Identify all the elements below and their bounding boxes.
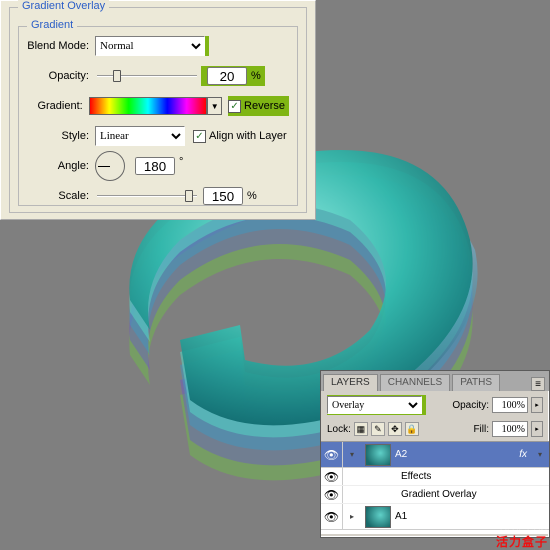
layers-blend-select[interactable]: Overlay — [327, 396, 422, 414]
gradient-swatch[interactable] — [89, 97, 208, 115]
gradient-dropdown-arrow[interactable]: ▼ — [207, 97, 222, 115]
fieldset-gradient: Gradient Blend Mode: Normal Opacity: % — [18, 26, 298, 206]
align-group: ✓ Align with Layer — [193, 130, 287, 143]
blend-mode-row: Blend Mode: Normal — [27, 35, 289, 57]
angle-label: Angle: — [27, 160, 89, 172]
tab-paths[interactable]: PATHS — [452, 374, 500, 391]
layer-name: A1 — [395, 511, 549, 522]
layer-name: A2 — [395, 449, 519, 460]
layers-tabs: LAYERS CHANNELS PATHS ≡ — [321, 371, 549, 391]
style-select[interactable]: Linear — [95, 126, 185, 146]
opacity-percent: % — [251, 70, 261, 82]
visibility-icon[interactable]: 👁 — [321, 442, 343, 467]
layer-thumbnail[interactable] — [365, 506, 391, 528]
gradient-overlay-panel: Gradient Overlay Gradient Blend Mode: No… — [0, 0, 316, 220]
layers-blend-highlight: Overlay — [327, 395, 426, 415]
layer-toggle-icon[interactable]: ▾ — [343, 450, 361, 459]
fx-badge[interactable]: fx — [519, 449, 527, 460]
align-checkbox[interactable]: ✓ — [193, 130, 206, 143]
opacity-row: Opacity: % — [27, 65, 289, 87]
opacity-slider[interactable] — [97, 69, 197, 83]
align-label[interactable]: Align with Layer — [209, 130, 287, 142]
lock-label: Lock: — [327, 424, 351, 435]
layers-list: 👁 ▾ A2 fx ▾ 👁 Effects 👁 Gradient Overlay… — [321, 442, 549, 534]
panel-title: Gradient Overlay — [18, 0, 109, 12]
blend-mode-highlight: Normal — [95, 36, 209, 56]
angle-dial[interactable] — [95, 151, 125, 181]
reverse-label[interactable]: Reverse — [244, 100, 285, 112]
visibility-icon[interactable]: 👁 — [321, 468, 343, 485]
effects-label: Effects — [401, 471, 431, 482]
watermark-text: 活力盒子 — [496, 533, 548, 550]
angle-degree: ° — [179, 156, 183, 168]
fx-toggle-icon[interactable]: ▾ — [531, 450, 549, 459]
style-row: Style: Linear ✓ Align with Layer — [27, 125, 289, 147]
tab-layers[interactable]: LAYERS — [323, 374, 378, 391]
fill-label: Fill: — [473, 424, 489, 435]
angle-input[interactable] — [135, 157, 175, 175]
panel-menu-icon[interactable]: ≡ — [531, 377, 545, 391]
gradient-label: Gradient: — [27, 100, 83, 112]
layers-opacity-stepper[interactable]: ▸ — [531, 397, 543, 413]
lock-brush-icon[interactable]: ✎ — [371, 422, 385, 436]
tab-channels[interactable]: CHANNELS — [380, 374, 450, 391]
gradient-row: Gradient: ▼ ✓ Reverse — [27, 95, 289, 117]
opacity-input[interactable] — [207, 67, 247, 85]
fieldset-gradient-overlay: Gradient Overlay Gradient Blend Mode: No… — [9, 7, 307, 213]
reverse-checkbox[interactable]: ✓ — [228, 100, 241, 113]
effect-name: Gradient Overlay — [401, 489, 477, 500]
group-title: Gradient — [27, 19, 77, 31]
effects-row[interactable]: 👁 Effects — [321, 468, 549, 486]
opacity-label: Opacity: — [27, 70, 89, 82]
lock-transparency-icon[interactable]: ▦ — [354, 422, 368, 436]
scale-label: Scale: — [27, 190, 89, 202]
layers-panel: LAYERS CHANNELS PATHS ≡ Overlay Opacity:… — [320, 370, 550, 538]
lock-move-icon[interactable]: ✥ — [388, 422, 402, 436]
opacity-highlight: % — [201, 66, 265, 86]
layers-blend-row: Overlay Opacity: ▸ — [321, 391, 549, 419]
reverse-highlight: ✓ Reverse — [228, 96, 289, 116]
layers-lock-row: Lock: ▦ ✎ ✥ 🔒 Fill: ▸ — [321, 419, 549, 442]
layer-row-a2[interactable]: 👁 ▾ A2 fx ▾ — [321, 442, 549, 468]
layers-opacity-input[interactable] — [492, 397, 528, 413]
fill-stepper[interactable]: ▸ — [531, 421, 543, 437]
visibility-icon[interactable]: 👁 — [321, 486, 343, 503]
blend-mode-label: Blend Mode: — [27, 40, 89, 52]
layers-opacity-label: Opacity: — [452, 400, 489, 411]
style-label: Style: — [27, 130, 89, 142]
layer-toggle-icon[interactable]: ▸ — [343, 512, 361, 521]
angle-row: Angle: ° — [27, 155, 289, 177]
layer-thumbnail[interactable] — [365, 444, 391, 466]
fill-input[interactable] — [492, 421, 528, 437]
scale-slider[interactable] — [97, 189, 197, 203]
blend-mode-select[interactable]: Normal — [95, 36, 205, 56]
effect-gradient-overlay-row[interactable]: 👁 Gradient Overlay — [321, 486, 549, 504]
scale-row: Scale: % — [27, 185, 289, 207]
scale-percent: % — [247, 190, 257, 202]
scale-input[interactable] — [203, 187, 243, 205]
visibility-icon[interactable]: 👁 — [321, 504, 343, 529]
lock-all-icon[interactable]: 🔒 — [405, 422, 419, 436]
